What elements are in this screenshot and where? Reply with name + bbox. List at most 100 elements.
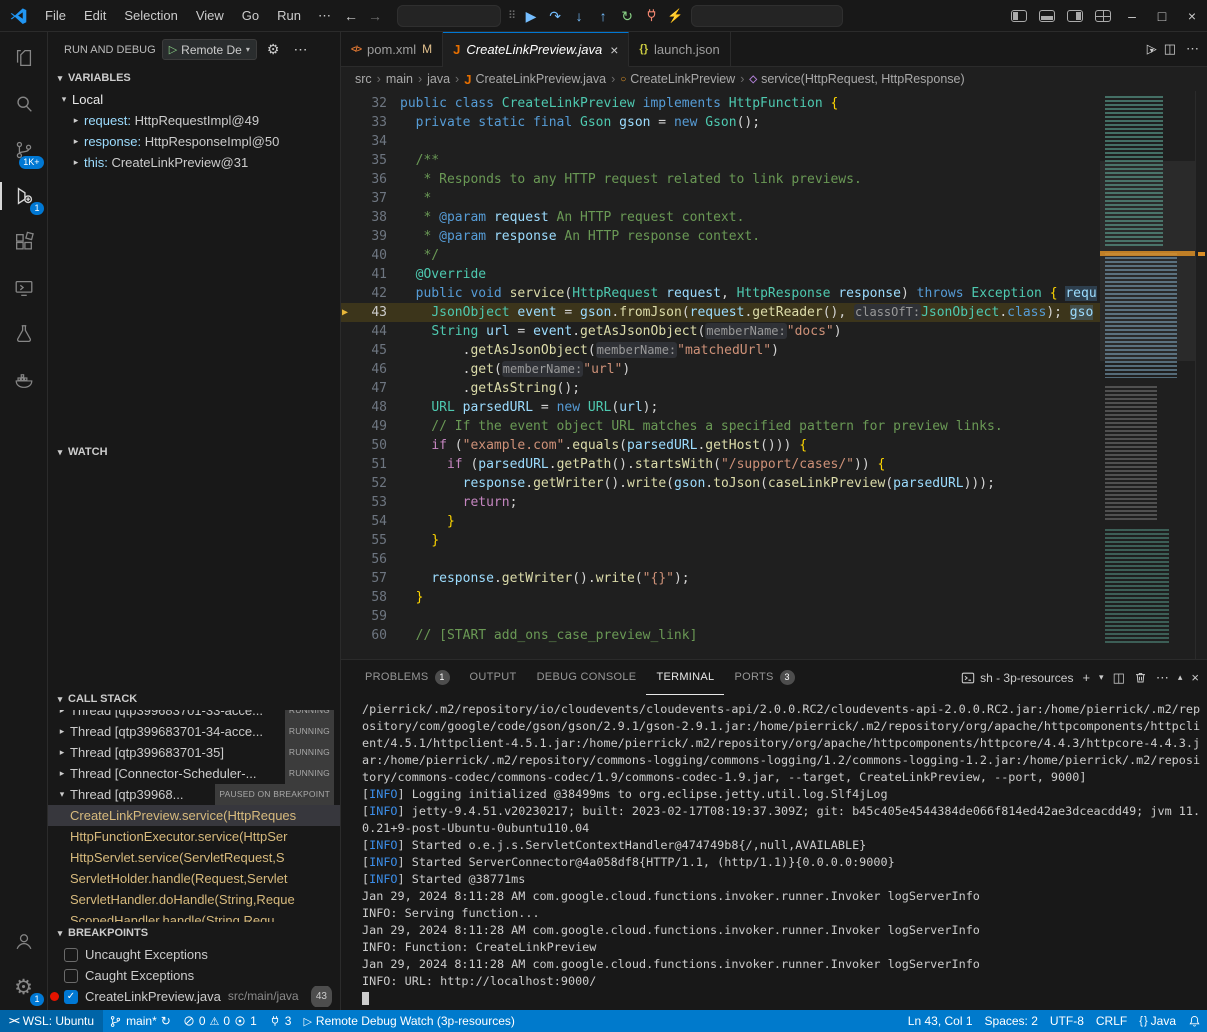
- variable-row[interactable]: ▸request: HttpRequestImpl@49: [48, 110, 340, 131]
- code-line-44[interactable]: 44 String url = event.getAsJsonObject(me…: [341, 322, 1100, 341]
- stack-frame-row[interactable]: HttpFunctionExecutor.service(HttpSer: [48, 826, 340, 847]
- encoding-indicator[interactable]: UTF-8: [1044, 1010, 1090, 1032]
- menu-selection[interactable]: Selection: [115, 5, 186, 27]
- forwarded-ports-indicator[interactable]: 3: [263, 1010, 298, 1032]
- code-line-49[interactable]: 49 // If the event object URL matches a …: [341, 417, 1100, 436]
- sidebar-more-actions-icon[interactable]: ⋯: [289, 41, 311, 58]
- extensions-icon[interactable]: [0, 219, 48, 265]
- minimize-button[interactable]: –: [1117, 0, 1147, 32]
- variable-row[interactable]: ▸response: HttpResponseImpl@50: [48, 131, 340, 152]
- code-line-32[interactable]: 32public class CreateLinkPreview impleme…: [341, 94, 1100, 113]
- stack-frame-row[interactable]: ScopedHandler.handle(String,Requ: [48, 910, 340, 922]
- source-control-icon[interactable]: 1K+: [0, 127, 48, 173]
- code-line-34[interactable]: 34: [341, 132, 1100, 151]
- stack-frame-row[interactable]: ServletHandler.doHandle(String,Reque: [48, 889, 340, 910]
- menu-go[interactable]: Go: [233, 5, 268, 27]
- code-line-43[interactable]: ▶43 JsonObject event = gson.fromJson(req…: [341, 303, 1100, 322]
- remote-indicator[interactable]: >< WSL: Ubuntu: [0, 1010, 103, 1032]
- toggle-secondary-sidebar-icon[interactable]: [1067, 10, 1083, 22]
- editor-more-actions-button[interactable]: ⋯: [1186, 41, 1199, 57]
- testing-icon[interactable]: [0, 311, 48, 357]
- thread-row[interactable]: ▸Thread [qtp399683701-34-acce...RUNNING: [48, 721, 340, 742]
- variable-row[interactable]: ▸this: CreateLinkPreview@31: [48, 152, 340, 173]
- code-line-45[interactable]: 45 .getAsJsonObject(memberName:"matchedU…: [341, 341, 1100, 360]
- menu-run[interactable]: Run: [268, 5, 310, 27]
- kill-terminal-button[interactable]: [1134, 671, 1147, 684]
- code-line-41[interactable]: 41 @Override: [341, 265, 1100, 284]
- accounts-icon[interactable]: [0, 918, 48, 964]
- code-line-37[interactable]: 37 *: [341, 189, 1100, 208]
- breadcrumb-item[interactable]: JCreateLinkPreview.java: [464, 72, 606, 87]
- breakpoints-section-header[interactable]: ▾ BREAKPOINTS: [48, 922, 340, 944]
- command-center-left[interactable]: [397, 5, 501, 27]
- nav-forward-button[interactable]: →: [363, 8, 387, 24]
- code-line-55[interactable]: 55 }: [341, 531, 1100, 550]
- panel-tab-debug-console[interactable]: DEBUG CONSOLE: [527, 660, 647, 695]
- code-line-36[interactable]: 36 * Responds to any HTTP request relate…: [341, 170, 1100, 189]
- split-terminal-button[interactable]: ◫: [1113, 670, 1125, 686]
- tab-launch.json[interactable]: {}launch.json: [629, 32, 730, 66]
- disconnect-button[interactable]: [639, 4, 663, 28]
- watch-section-header[interactable]: ▾ WATCH: [48, 441, 340, 463]
- stack-frame-row[interactable]: HttpServlet.service(ServletRequest,S: [48, 847, 340, 868]
- continue-button[interactable]: ▶: [519, 4, 543, 28]
- debug-config-dropdown[interactable]: ▷ Remote De ▾: [162, 39, 257, 60]
- restart-button[interactable]: ↻: [615, 4, 639, 28]
- drag-handle-icon[interactable]: ⠿: [505, 9, 519, 22]
- settings-gear-icon[interactable]: ⚙ 1: [0, 964, 48, 1010]
- run-java-button[interactable]: ▷▾: [1147, 41, 1154, 57]
- menu-edit[interactable]: Edit: [75, 5, 115, 27]
- breadcrumb-item[interactable]: main: [386, 72, 413, 86]
- stack-frame-row[interactable]: CreateLinkPreview.service(HttpReques: [48, 805, 340, 826]
- panel-tab-terminal[interactable]: TERMINAL: [646, 660, 724, 695]
- code-line-52[interactable]: 52 response.getWriter().write(gson.toJso…: [341, 474, 1100, 493]
- split-editor-button[interactable]: ◫: [1164, 41, 1176, 57]
- breakpoint-row[interactable]: Uncaught Exceptions: [48, 944, 340, 965]
- breakpoint-checkbox[interactable]: [64, 948, 78, 962]
- stack-frame-row[interactable]: ServletHolder.handle(Request,Servlet: [48, 868, 340, 889]
- code-line-50[interactable]: 50 if ("example.com".equals(parsedURL.ge…: [341, 436, 1100, 455]
- breadcrumb-item[interactable]: ◇service(HttpRequest, HttpResponse): [749, 72, 964, 86]
- thread-row[interactable]: ▸Thread [qtp399683701-35]RUNNING: [48, 742, 340, 763]
- code-line-38[interactable]: 38 * @param request An HTTP request cont…: [341, 208, 1100, 227]
- code-line-60[interactable]: 60 // [START add_ons_case_preview_link]: [341, 626, 1100, 645]
- search-icon[interactable]: [0, 81, 48, 127]
- sync-icon[interactable]: ↻: [161, 1014, 171, 1028]
- code-line-57[interactable]: 57 response.getWriter().write("{}");: [341, 569, 1100, 588]
- menu-file[interactable]: File: [36, 5, 75, 27]
- breakpoint-row[interactable]: ✓CreateLinkPreview.javasrc/main/java43: [48, 986, 340, 1007]
- panel-tab-ports[interactable]: PORTS3: [724, 660, 804, 695]
- run-and-debug-icon[interactable]: 1: [0, 173, 48, 219]
- breakpoint-row[interactable]: Caught Exceptions: [48, 965, 340, 986]
- overview-ruler[interactable]: [1195, 91, 1207, 659]
- start-debug-icon[interactable]: ▷: [169, 43, 177, 56]
- code-line-39[interactable]: 39 * @param response An HTTP response co…: [341, 227, 1100, 246]
- debug-settings-gear-icon[interactable]: ⚙: [263, 41, 284, 58]
- terminal-output[interactable]: /pierrick/.m2/repository/io/cloudevents/…: [341, 695, 1207, 1010]
- eol-indicator[interactable]: CRLF: [1090, 1010, 1133, 1032]
- menu-view[interactable]: View: [187, 5, 233, 27]
- terminal-dropdown-icon[interactable]: ▾: [1099, 672, 1104, 683]
- new-terminal-button[interactable]: +: [1082, 670, 1090, 685]
- panel-more-actions-button[interactable]: ⋯: [1156, 670, 1169, 686]
- problems-indicator[interactable]: 0 ⚠ 0 1: [177, 1010, 263, 1032]
- customize-layout-icon[interactable]: [1095, 10, 1111, 22]
- git-branch-indicator[interactable]: main* ↻: [103, 1010, 177, 1032]
- variables-section-header[interactable]: ▾ VARIABLES: [48, 67, 340, 89]
- variables-scope-row[interactable]: ▾Local: [48, 89, 340, 110]
- code-line-56[interactable]: 56: [341, 550, 1100, 569]
- close-button[interactable]: ×: [1177, 0, 1207, 32]
- code-line-59[interactable]: 59: [341, 607, 1100, 626]
- breadcrumb-item[interactable]: ○CreateLinkPreview: [620, 72, 735, 86]
- docker-icon[interactable]: [0, 357, 48, 403]
- explorer-icon[interactable]: [0, 35, 48, 81]
- breadcrumb-item[interactable]: src: [355, 72, 372, 86]
- code-line-40[interactable]: 40 */: [341, 246, 1100, 265]
- code-line-54[interactable]: 54 }: [341, 512, 1100, 531]
- close-panel-button[interactable]: ×: [1191, 670, 1199, 685]
- breadcrumb-item[interactable]: java: [427, 72, 450, 86]
- toggle-panel-icon[interactable]: [1039, 10, 1055, 22]
- minimap[interactable]: [1100, 91, 1195, 659]
- toggle-sidebar-icon[interactable]: [1011, 10, 1027, 22]
- maximize-panel-button[interactable]: ▴: [1178, 672, 1183, 683]
